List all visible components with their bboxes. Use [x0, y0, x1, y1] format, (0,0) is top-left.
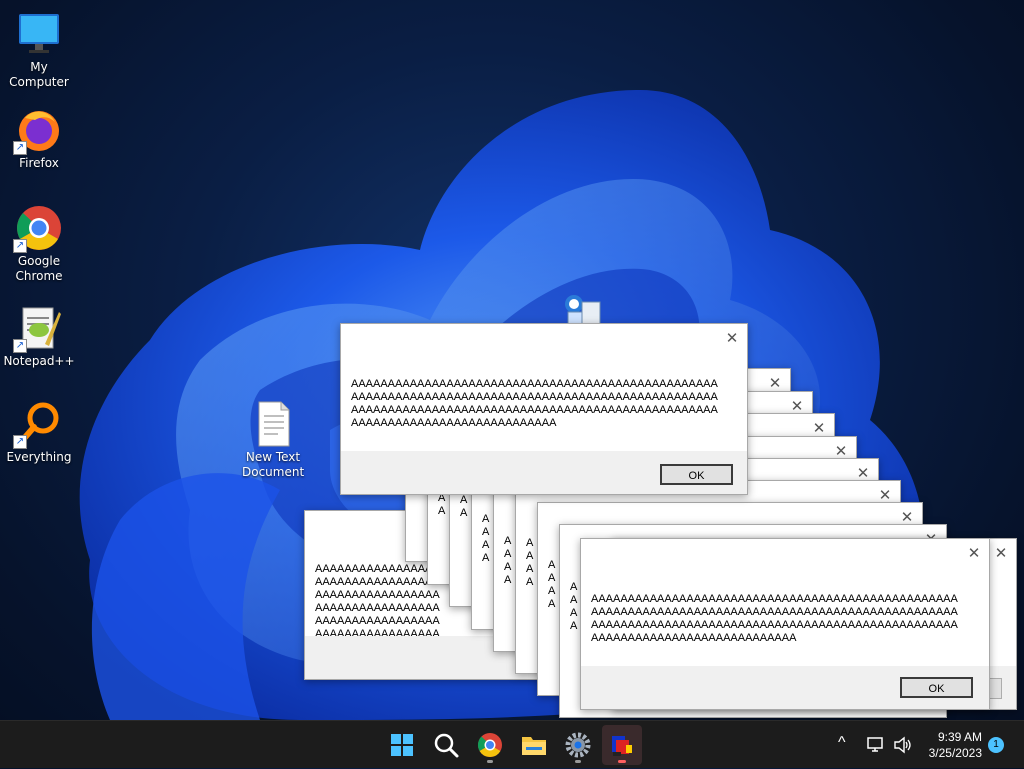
chrome-icon [477, 733, 502, 758]
dialog-message: AAAAAAAAAAAAAAAAAAAAAAAAAAAAAAAAAAAAAAAA… [548, 559, 556, 610]
taskbar-chrome-button[interactable] [470, 725, 510, 765]
app-icon [612, 736, 632, 756]
desktop-icon-label: Everything [6, 450, 72, 464]
clock-time: 9:39 AM [937, 730, 982, 744]
shortcut-arrow-icon: ↗ [13, 339, 27, 353]
dialog-message: AAAAAAAAAAAAAAAAAAAAAAAAAAAAAAAAAAAAAAAA… [351, 378, 718, 429]
volume-icon[interactable] [892, 735, 912, 760]
search-icon [434, 733, 459, 758]
magnifier-icon: ↗ [13, 400, 63, 449]
running-indicator [575, 760, 581, 763]
tray-chevron-icon[interactable]: ^ [838, 734, 846, 752]
notepad-plus-plus-icon: ↗ [13, 304, 63, 353]
desktop-icon-my-computer[interactable]: My Computer [0, 10, 78, 90]
desktop-icon-google-chrome[interactable]: ↗ Google Chrome [0, 204, 78, 284]
taskbar-settings-button[interactable] [558, 725, 598, 765]
network-icon[interactable] [866, 735, 886, 760]
ok-button[interactable]: OK [660, 464, 733, 485]
file-explorer-icon [522, 737, 546, 755]
taskbar: ^ 9:39 AM 3/25/2023 1 [0, 720, 1024, 768]
dialog-titlebar[interactable] [581, 539, 989, 569]
search-button[interactable] [426, 725, 466, 765]
active-indicator [618, 760, 626, 763]
app-window-icon [562, 294, 606, 326]
desktop-icon-label: Notepad++ [3, 354, 75, 368]
shortcut-arrow-icon: ↗ [13, 239, 27, 253]
settings-icon [565, 732, 591, 758]
chrome-icon: ↗ [13, 204, 63, 253]
message-dialog[interactable]: ✕ AAAAAAAAAAAAAAAAAAAAAAAAAAAAAAAAAAAAAA… [340, 323, 748, 495]
monitor-icon [15, 10, 63, 58]
start-icon [391, 734, 413, 756]
notification-badge[interactable]: 1 [988, 737, 1004, 753]
close-icon[interactable]: ✕ [986, 539, 1016, 569]
dialog-message: AAAAAAAAAAAAAAAAAAAAAAAAAAAAAAAAAAAAAAAA… [460, 494, 468, 519]
dialog-message: AAAAAAAAAAAAAAAAAAAAAAAAAAAAAAAAAAAAAAAA… [591, 593, 958, 644]
ok-button[interactable]: OK [900, 677, 973, 698]
desktop-icon-notepad-plus-plus[interactable]: ↗ Notepad++ [0, 304, 78, 369]
firefox-icon: ↗ [13, 106, 63, 155]
dialog-message: AAAAAAAAAAAAAAAAAAAAAAAAAAAAAAAAAAAAAAAA… [526, 537, 534, 588]
dialog-message: AAAAAAAAAAAAAAAAAAAAAAAAAAAAAAAAAAAAAAAA… [438, 492, 446, 517]
message-dialog[interactable]: ✕ AAAAAAAAAAAAAAAAAAAAAAAAAAAAAAAAAAAAAA… [580, 538, 990, 710]
close-icon[interactable]: ✕ [717, 324, 747, 354]
shortcut-arrow-icon: ↗ [13, 141, 27, 155]
start-button[interactable] [382, 725, 422, 765]
desktop-icon-label: Google Chrome [15, 254, 63, 283]
dialog-message: AAAAAAAAAAAAAAAAAAAAAAAAAAAAAAAAAAAAAAAA… [504, 535, 512, 586]
dialog-message: AAAAAAAAAAAAAAAAAAAAAAAAAAAAAAAAAAAAAAAA… [482, 513, 490, 564]
clock-date: 3/25/2023 [928, 746, 982, 760]
dialog-message: AAAAAAAAAAAAAAAAAAAAAAAAAAAAAAAAAAAAAAAA… [570, 581, 578, 632]
taskbar-app-button[interactable] [602, 725, 642, 765]
close-icon[interactable]: ✕ [959, 539, 989, 569]
taskbar-file-explorer-button[interactable] [514, 725, 554, 765]
running-indicator [487, 760, 493, 763]
desktop-icon-label: New Text Document [242, 450, 305, 479]
desktop-icon-firefox[interactable]: ↗ Firefox [0, 106, 78, 171]
desktop-icon-new-text-document[interactable]: New Text Document [234, 400, 312, 480]
desktop-icon-label: My Computer [9, 60, 69, 89]
shortcut-arrow-icon: ↗ [13, 435, 27, 449]
text-file-icon [249, 400, 297, 448]
desktop-icon-everything[interactable]: ↗ Everything [0, 400, 78, 465]
desktop-icon-label: Firefox [19, 156, 59, 170]
clock[interactable]: 9:39 AM 3/25/2023 [912, 729, 982, 761]
dialog-titlebar[interactable] [341, 324, 747, 354]
